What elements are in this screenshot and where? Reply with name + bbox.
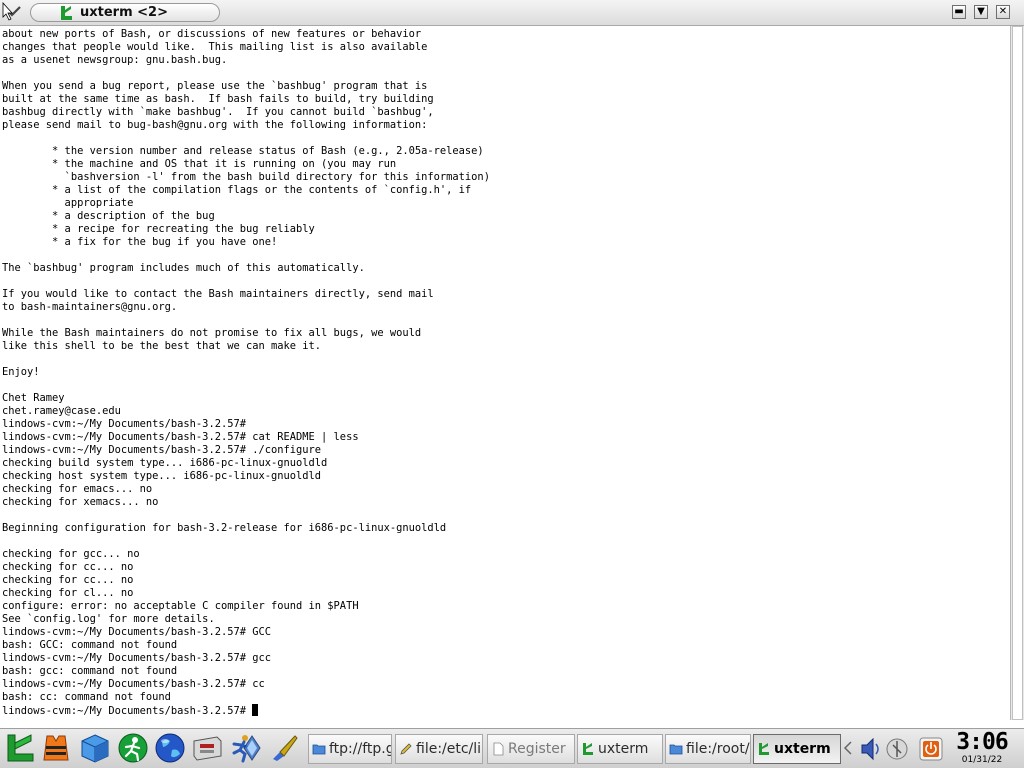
close-button[interactable]: ✕ [996, 5, 1010, 19]
terminal-line: bash: gcc: command not found [2, 665, 178, 677]
terminal-line: about new ports of Bash, or discussions … [2, 28, 422, 40]
terminal-scrollbar[interactable] [1010, 26, 1024, 720]
task-uxterm-1[interactable]: uxterm [577, 734, 663, 764]
terminal-line: If you would like to contact the Bash ma… [2, 288, 434, 300]
terminal-line: bash: GCC: command not found [2, 639, 178, 651]
terminal-line: lindows-cvm:~/My Documents/bash-3.2.57# … [2, 431, 359, 443]
cube-icon[interactable] [79, 732, 111, 764]
task-uxterm-2[interactable]: uxterm [753, 734, 841, 764]
terminal-line: bash: cc: command not found [2, 691, 171, 703]
task-label: uxterm [774, 741, 831, 757]
terminal-prompt: lindows-cvm:~/My Documents/bash-3.2.57# [2, 705, 253, 717]
file-cabinet-icon[interactable] [191, 732, 223, 764]
terminal-history: about new ports of Bash, or discussions … [2, 28, 490, 703]
terminal-line: bashbug directly with `make bashbug'. If… [2, 106, 434, 118]
scrollbar-thumb[interactable] [1012, 26, 1023, 720]
task-label: uxterm [598, 741, 649, 757]
terminal-line: checking for xemacs... no [2, 496, 159, 508]
terminal-line: lindows-cvm:~/My Documents/bash-3.2.57# … [2, 626, 271, 638]
terminal-line: The `bashbug' program includes much of t… [2, 262, 365, 274]
terminal-line: While the Bash maintainers do not promis… [2, 327, 422, 339]
clock-date: 01/31/22 [961, 755, 1003, 765]
chevron-down-icon[interactable] [1, 2, 23, 22]
terminal-line: * the machine and OS that it is running … [52, 158, 397, 170]
terminal-line: lindows-cvm:~/My Documents/bash-3.2.57# … [2, 678, 265, 690]
shade-button[interactable]: ▼ [974, 5, 988, 19]
terminal-line: checking for gcc... no [2, 548, 140, 560]
terminal-line: * a fix for the bug if you have one! [52, 236, 278, 248]
clock[interactable]: 3:06 01/31/22 [950, 729, 1018, 767]
terminal-line: chet.ramey@case.edu [2, 405, 121, 417]
task-label: Register [508, 741, 566, 757]
terminal-line: configure: error: no acceptable C compil… [2, 600, 359, 612]
speaker-icon[interactable] [858, 735, 884, 763]
terminal-line: lindows-cvm:~/My Documents/bash-3.2.57# [2, 418, 246, 430]
terminal-line: checking for cc... no [2, 574, 134, 586]
terminal-line: like this shell to be the best that we c… [2, 340, 322, 352]
life-vest-icon[interactable] [40, 732, 72, 764]
clock-time: 3:06 [956, 729, 1008, 755]
terminal-line: * a description of the bug [52, 210, 215, 222]
terminal-line: checking build system type... i686-pc-li… [2, 457, 328, 469]
terminal-line: please send mail to bug-bash@gnu.org wit… [2, 119, 428, 131]
document-icon [493, 742, 504, 756]
power-icon[interactable] [918, 735, 944, 763]
terminal-line: checking for cc... no [2, 561, 134, 573]
terminal-line: When you send a bug report, please use t… [2, 80, 428, 92]
terminal-line: * a list of the compilation flags or the… [52, 184, 472, 196]
terminal-line: checking host system type... i686-pc-lin… [2, 470, 322, 482]
running-person-icon[interactable] [117, 732, 149, 764]
terminal-cursor [252, 704, 259, 716]
terminal-line: `bashversion -l' from the bash build dir… [64, 171, 490, 183]
terminal-line: * a recipe for recreating the bug reliab… [52, 223, 315, 235]
terminal-line: See `config.log' for more details. [2, 613, 215, 625]
paintbrush-icon[interactable] [268, 732, 300, 764]
terminal-line: as a usenet newsgroup: gnu.bash.bug. [2, 54, 228, 66]
lindows-logo-icon [759, 743, 769, 755]
terminal-line: to bash-maintainers@gnu.org. [2, 301, 178, 313]
terminal-line: Enjoy! [2, 366, 40, 378]
task-label: file:/etc/lin [416, 741, 483, 757]
task-register[interactable]: Register [487, 734, 575, 764]
task-label: ftp://ftp.gr [329, 741, 391, 757]
minimize-icon: ▬ [954, 6, 964, 17]
terminal-output: about new ports of Bash, or discussions … [2, 28, 490, 718]
chevron-left-icon[interactable] [843, 741, 853, 755]
terminal-line: Chet Ramey [2, 392, 65, 404]
window-title: uxterm <2> [80, 5, 168, 20]
task-file-root[interactable]: file:/root/ [665, 734, 751, 764]
folder-icon [669, 744, 683, 755]
lindows-start-icon[interactable] [4, 732, 36, 764]
network-icon[interactable] [236, 732, 268, 764]
terminal-line: Beginning configuration for bash-3.2-rel… [2, 522, 447, 534]
pencil-icon [400, 743, 412, 755]
lindows-logo-icon [61, 6, 72, 20]
network-status-icon[interactable] [884, 735, 910, 763]
minimize-button[interactable]: ▬ [952, 5, 966, 19]
terminal-line: built at the same time as bash. If bash … [2, 93, 434, 105]
task-label: file:/root/ [686, 741, 750, 757]
title-bar[interactable]: uxterm <2> ▬ ▼ ✕ [0, 0, 1024, 26]
window-title-pill[interactable]: uxterm <2> [30, 3, 220, 22]
terminal-line: checking for emacs... no [2, 483, 153, 495]
lindows-logo-icon [583, 743, 593, 755]
task-editor-etc[interactable]: file:/etc/lin [395, 734, 483, 764]
task-ftp-browser[interactable]: ftp://ftp.gr [308, 734, 392, 764]
globe-icon[interactable] [154, 732, 186, 764]
terminal-area[interactable]: about new ports of Bash, or discussions … [0, 26, 1010, 720]
terminal-line: lindows-cvm:~/My Documents/bash-3.2.57# … [2, 444, 322, 456]
taskbar: ftp://ftp.gr file:/etc/lin Register uxte… [0, 728, 1024, 768]
shade-icon: ▼ [977, 6, 985, 17]
terminal-line: checking for cl... no [2, 587, 134, 599]
terminal-line: appropriate [64, 197, 134, 209]
terminal-line: * the version number and release status … [52, 145, 484, 157]
folder-icon [312, 744, 326, 755]
close-icon: ✕ [998, 6, 1008, 17]
terminal-line: lindows-cvm:~/My Documents/bash-3.2.57# … [2, 652, 271, 664]
terminal-line: changes that people would like. This mai… [2, 41, 428, 53]
